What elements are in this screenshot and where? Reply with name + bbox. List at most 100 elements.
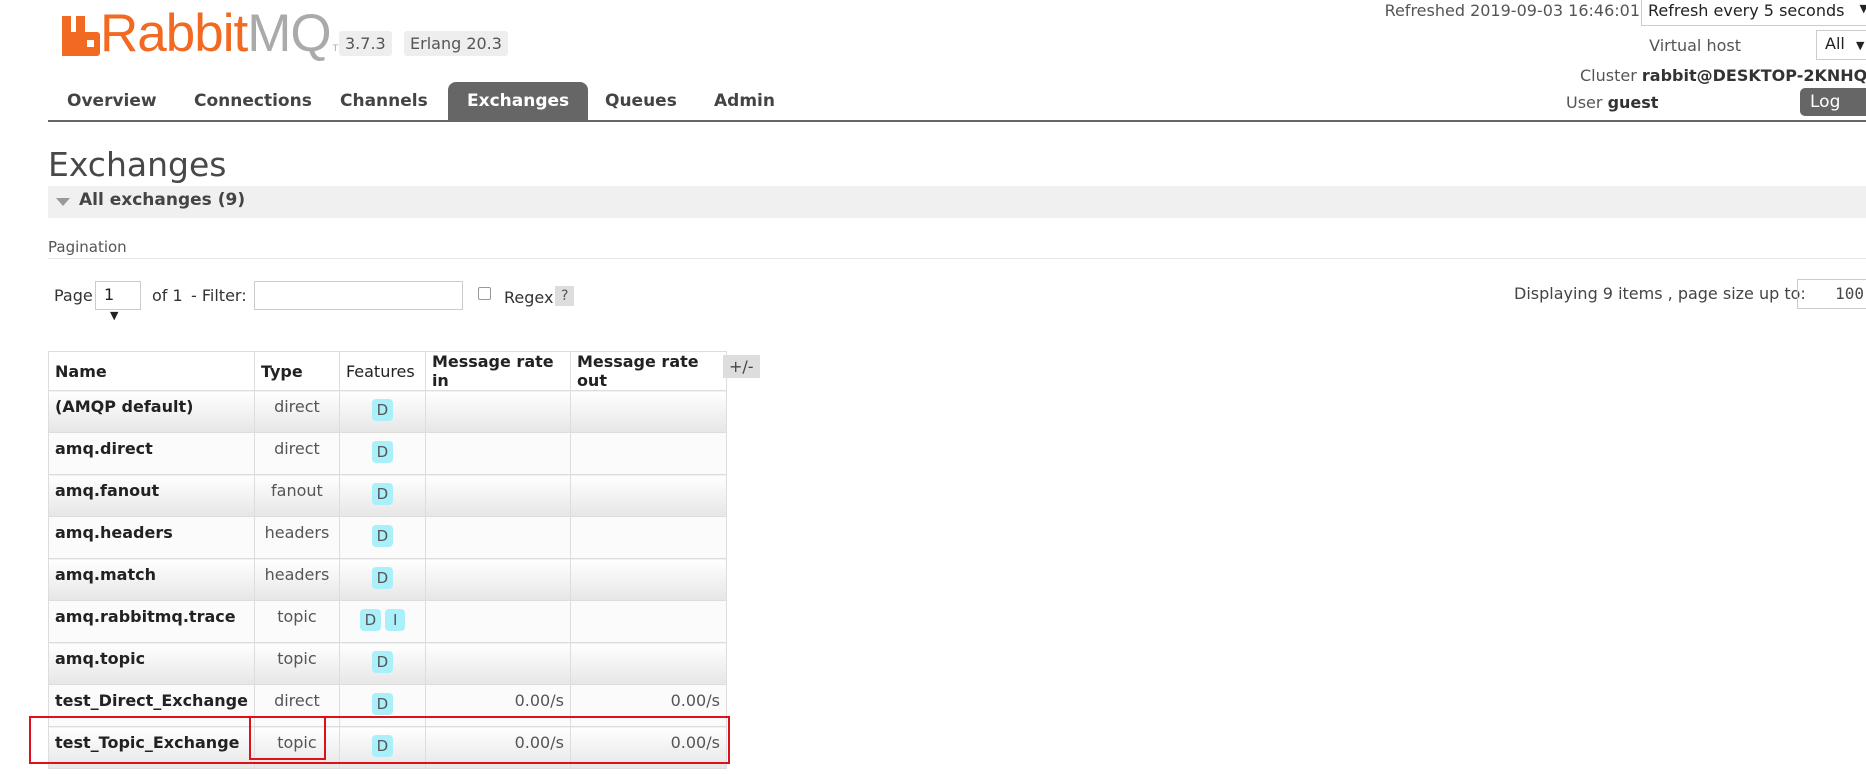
filter-input[interactable] <box>254 281 463 310</box>
table-row[interactable]: amq.match headers D <box>48 558 727 601</box>
feature-durable-badge: D <box>371 441 394 463</box>
col-header-type[interactable]: Type <box>253 351 340 391</box>
logo-text-rabbit: Rabbit <box>100 4 248 63</box>
feature-durable-badge: D <box>371 567 394 589</box>
exchange-name-link[interactable]: amq.topic <box>48 642 255 685</box>
exchange-type: topic <box>253 642 340 685</box>
table-header-row: Name Type Features Message rate in Messa… <box>48 351 727 391</box>
exchange-type: headers <box>253 558 340 601</box>
exchange-name-link[interactable]: amq.match <box>48 558 255 601</box>
filter-label: - Filter: <box>191 286 247 305</box>
divider <box>48 258 1866 259</box>
exchange-type: fanout <box>253 474 340 517</box>
page-title: Exchanges <box>48 145 227 184</box>
page-select[interactable]: 1 ▼ <box>95 281 141 322</box>
col-header-rate-in[interactable]: Message rate in <box>424 351 571 391</box>
displaying-items-label: Displaying 9 items , page size up to: <box>1514 284 1806 303</box>
tab-admin[interactable]: Admin <box>695 82 794 120</box>
feature-durable-badge: D <box>359 609 382 631</box>
feature-durable-badge: D <box>371 693 394 715</box>
chevron-down-icon: ▼ <box>1855 39 1865 52</box>
rabbitmq-logo-icon <box>62 16 100 56</box>
refresh-interval-select[interactable]: Refresh every 5 seconds ▼ <box>1641 0 1866 26</box>
col-header-features: Features <box>338 351 426 391</box>
virtual-host-select[interactable]: All ▼ <box>1816 30 1866 60</box>
rate-out <box>569 558 727 601</box>
table-row[interactable]: amq.direct direct D <box>48 432 727 475</box>
feature-durable-badge: D <box>371 525 394 547</box>
features-cell: DI <box>338 600 426 643</box>
collapse-triangle-icon[interactable] <box>56 198 70 206</box>
table-row[interactable]: amq.rabbitmq.trace topic DI <box>48 600 727 643</box>
tab-connections[interactable]: Connections <box>175 82 331 120</box>
rate-out <box>569 390 727 433</box>
rate-out <box>569 516 727 559</box>
rabbitmq-logo[interactable]: RabbitMQ TM <box>62 7 346 60</box>
col-header-rate-out[interactable]: Message rate out <box>569 351 727 391</box>
rate-out <box>569 474 727 517</box>
features-cell: D <box>338 474 426 517</box>
exchange-type: topic <box>253 600 340 643</box>
exchange-name-link[interactable]: amq.direct <box>48 432 255 475</box>
tab-overview[interactable]: Overview <box>48 82 176 120</box>
virtual-host-label: Virtual host <box>1649 36 1741 55</box>
erlang-badge: Erlang 20.3 <box>404 31 508 56</box>
features-cell: D <box>338 390 426 433</box>
tab-exchanges[interactable]: Exchanges <box>448 82 589 120</box>
rate-in <box>424 558 571 601</box>
page-select-value: 1 <box>104 285 115 304</box>
rate-in <box>424 642 571 685</box>
features-cell: D <box>338 642 426 685</box>
tab-channels[interactable]: Channels <box>321 82 447 120</box>
logo-text-mq: MQ <box>247 4 331 63</box>
highlight-type-box <box>249 716 326 760</box>
table-row[interactable]: amq.topic topic D <box>48 642 727 685</box>
exchange-name-link[interactable]: (AMQP default) <box>48 390 255 433</box>
features-cell: D <box>338 432 426 475</box>
col-header-name[interactable]: Name <box>48 351 255 391</box>
feature-durable-badge: D <box>371 399 394 421</box>
rate-out <box>569 600 727 643</box>
regex-help-button[interactable]: ? <box>555 286 575 306</box>
page-size-input[interactable]: 100 <box>1797 279 1866 309</box>
feature-internal-badge: I <box>385 609 406 631</box>
chevron-down-icon: ▼ <box>1859 2 1866 15</box>
table-row[interactable]: (AMQP default) direct D <box>48 390 727 433</box>
rate-in <box>424 390 571 433</box>
feature-durable-badge: D <box>371 651 394 673</box>
regex-checkbox[interactable] <box>478 287 491 300</box>
features-cell: D <box>338 516 426 559</box>
main-nav: Overview Connections Channels Exchanges … <box>48 82 1866 122</box>
version-badge: 3.7.3 <box>339 31 392 56</box>
page-count-label: of 1 <box>152 286 183 305</box>
feature-durable-badge: D <box>371 483 394 505</box>
page-label: Page <box>54 286 93 305</box>
all-exchanges-section-header[interactable] <box>48 186 1866 218</box>
column-toggle-button[interactable]: +/- <box>723 355 760 378</box>
features-cell: D <box>338 558 426 601</box>
rate-in <box>424 432 571 475</box>
rate-out <box>569 642 727 685</box>
exchange-name-link[interactable]: amq.rabbitmq.trace <box>48 600 255 643</box>
table-row[interactable]: amq.headers headers D <box>48 516 727 559</box>
exchange-name-link[interactable]: amq.fanout <box>48 474 255 517</box>
table-row[interactable]: amq.fanout fanout D <box>48 474 727 517</box>
exchange-type: direct <box>253 432 340 475</box>
pagination-label: Pagination <box>48 238 127 256</box>
exchange-name-link[interactable]: amq.headers <box>48 516 255 559</box>
rate-in <box>424 516 571 559</box>
refresh-interval-value: Refresh every 5 seconds <box>1648 1 1845 20</box>
exchange-type: direct <box>253 390 340 433</box>
refreshed-timestamp: Refreshed 2019-09-03 16:46:01 <box>1384 1 1640 20</box>
section-title[interactable]: All exchanges (9) <box>79 190 245 210</box>
tab-queues[interactable]: Queues <box>586 82 696 120</box>
highlight-row-box <box>29 716 730 764</box>
exchanges-table: Name Type Features Message rate in Messa… <box>48 351 727 769</box>
rate-in <box>424 474 571 517</box>
logo-text: RabbitMQ <box>100 7 332 60</box>
chevron-down-icon: ▼ <box>110 309 119 322</box>
exchange-type: headers <box>253 516 340 559</box>
regex-label: Regex <box>504 288 554 307</box>
rate-out <box>569 432 727 475</box>
rate-in <box>424 600 571 643</box>
